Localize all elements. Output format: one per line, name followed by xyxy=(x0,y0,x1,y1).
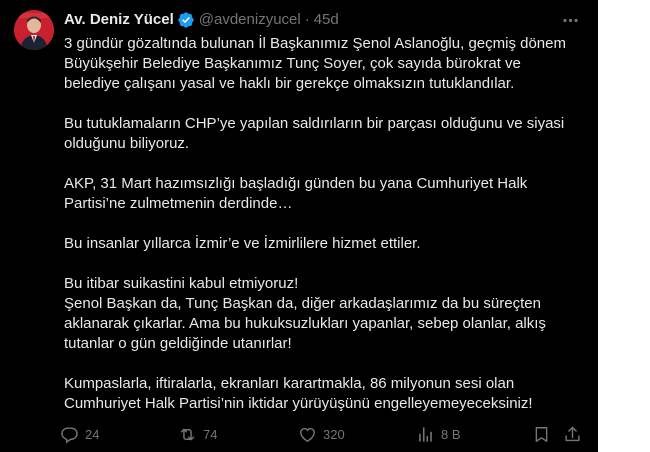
tweet-paragraph: 3 gündür gözaltında bulunan İl Başkanımı… xyxy=(64,35,566,92)
like-count: 320 xyxy=(323,426,345,442)
author-name[interactable]: Av. Deniz Yücel xyxy=(64,10,174,30)
like-button[interactable]: 320 xyxy=(298,423,345,445)
separator-dot: · xyxy=(304,11,310,28)
avatar[interactable] xyxy=(14,10,54,50)
reply-button[interactable]: 24 xyxy=(60,423,99,445)
repost-icon xyxy=(180,428,195,440)
author-handle[interactable]: @avdenizyucel xyxy=(199,10,301,30)
bookmark-button[interactable] xyxy=(532,423,551,445)
repost-button[interactable]: 74 xyxy=(178,423,217,445)
tweet-paragraph: AKP, 31 Mart hazımsızlığı başladığı günd… xyxy=(64,175,528,212)
tweet-card: Av. Deniz Yücel @avdenizyucel · 45d 3 gü… xyxy=(0,0,598,452)
share-icon xyxy=(565,426,580,441)
views-chart-icon xyxy=(419,426,432,442)
tweet-paragraph: Bu tutuklamaların CHP’ye yapılan saldırı… xyxy=(64,115,565,152)
views-button[interactable]: 8 B xyxy=(416,423,461,445)
verified-badge-icon[interactable] xyxy=(177,11,195,29)
tweet-paragraph: Bu itibar suikastini kabul etmiyoruz! Şe… xyxy=(64,275,546,352)
tweet-header: Av. Deniz Yücel @avdenizyucel · 45d xyxy=(64,10,339,30)
views-count: 8 B xyxy=(441,426,461,442)
timestamp[interactable]: 45d xyxy=(314,10,339,30)
tweet-paragraph: Bu insanlar yıllarca İzmir’e ve İzmirlil… xyxy=(64,235,421,252)
reply-icon xyxy=(61,426,78,443)
repost-count: 74 xyxy=(203,426,218,442)
profile-photo-icon xyxy=(14,10,54,50)
heart-icon xyxy=(300,427,315,442)
more-options-icon[interactable] xyxy=(558,10,582,30)
share-button[interactable] xyxy=(563,423,582,445)
action-bar: 24 74 320 8 B xyxy=(60,423,582,445)
tweet-text: 3 gündür gözaltında bulunan İl Başkanımı… xyxy=(64,34,574,414)
tweet-paragraph: Kumpaslarla, iftiralarla, ekranları kara… xyxy=(64,375,533,412)
reply-count: 24 xyxy=(85,426,100,442)
bookmark-icon xyxy=(535,426,548,442)
